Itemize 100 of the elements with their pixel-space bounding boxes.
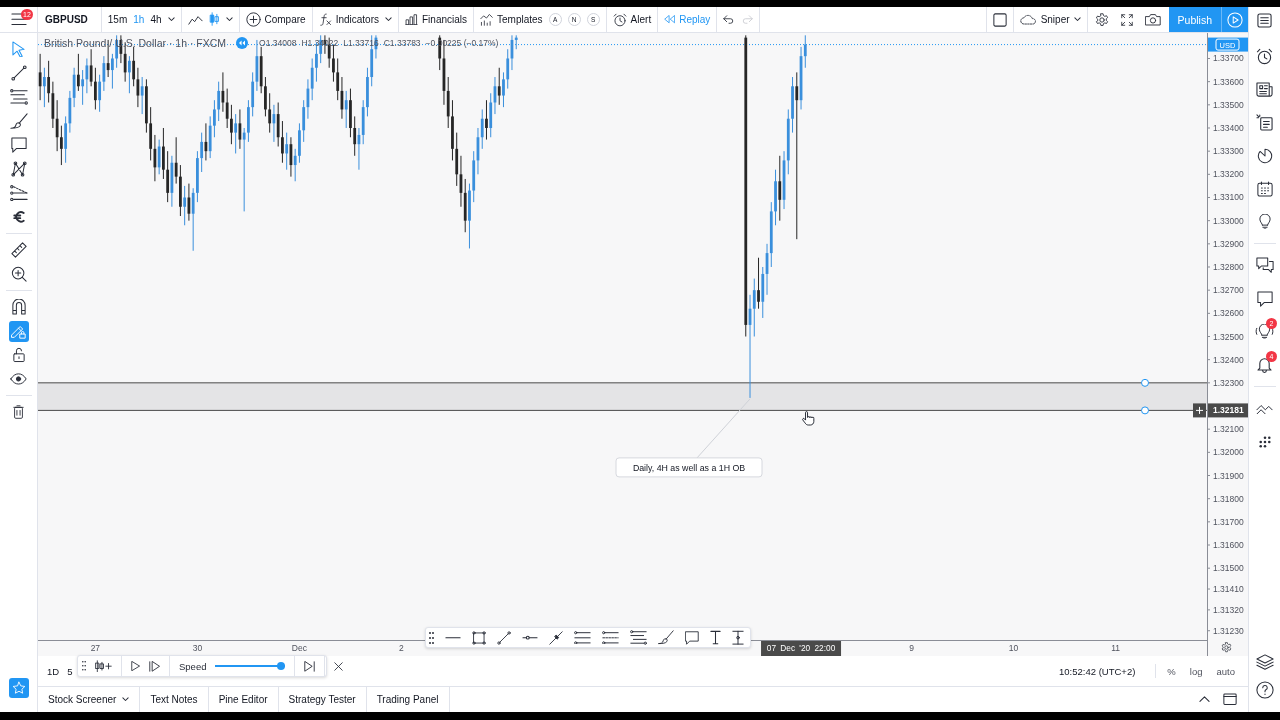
newspaper-icon[interactable] [1256,81,1273,98]
lines-icon[interactable] [9,89,28,105]
skip-to-end-icon[interactable] [304,660,316,672]
trash-icon[interactable] [13,404,24,420]
layout-button[interactable]: Sniper [1016,7,1084,32]
window-icon[interactable] [1223,693,1237,706]
bar-chart-icon [405,13,418,26]
euro-icon[interactable] [12,210,25,224]
line-icon[interactable] [10,65,27,81]
line-icon[interactable] [497,630,511,645]
panel-tab[interactable]: Trading Panel [366,687,450,712]
zoom-in-icon[interactable] [10,266,27,282]
range-option[interactable]: 5 [67,665,73,677]
play-icon[interactable] [131,660,140,672]
ohlc-value: C1.33783 [382,38,422,48]
indicators-button[interactable]: Indicators [315,7,382,32]
drag-handle-icon[interactable] [429,631,434,644]
list-icon[interactable] [1257,12,1272,28]
brush-icon[interactable] [658,630,674,645]
horizontal-line-icon[interactable] [445,635,461,640]
price-label: 1.32000 [1213,447,1244,458]
settings-icon[interactable] [1221,642,1232,653]
alarm-clock-icon[interactable] [1256,48,1273,65]
zigzag-icon[interactable] [1256,402,1273,415]
interval-option[interactable]: 15m [104,14,131,25]
interval-option[interactable]: 4h [147,14,165,25]
bar-select-icon[interactable] [95,659,112,673]
projection-icon[interactable] [9,184,28,202]
drag-handle-icon[interactable] [82,661,86,671]
price-label: 1.33000 [1213,215,1244,226]
rectangle-icon[interactable] [472,630,486,645]
speech-bubble-icon[interactable] [685,630,699,645]
lightbulb-icon[interactable] [1258,213,1271,230]
speed-slider[interactable] [215,662,286,670]
time-label: 30 [192,643,203,653]
callout-label[interactable]: Daily, 4H as well as a 1H OB [615,457,763,478]
camera-icon[interactable] [1144,13,1161,26]
plus-icon[interactable] [1193,403,1206,418]
rewind-icon[interactable] [236,37,249,49]
panel-tab[interactable]: Strategy Tester [278,687,367,712]
scale-option[interactable]: % [1164,665,1179,677]
text-tool-icon[interactable] [710,630,721,645]
lines-icon[interactable] [630,630,647,645]
calendar-icon[interactable] [1256,180,1273,197]
time-label: 2 [399,643,404,653]
undo-icon[interactable] [723,15,736,24]
handle-icon[interactable] [1141,406,1149,415]
price-label: 1.32900 [1213,238,1244,249]
chat-icon[interactable] [1256,290,1273,307]
panel-tab[interactable]: Pine Editor [208,687,279,712]
caret-icon[interactable] [167,17,175,22]
scale-option[interactable]: log [1186,665,1206,677]
lightbulb-icon[interactable] [1255,323,1274,340]
line-chart-icon[interactable] [187,14,203,25]
pattern-icon[interactable] [10,161,27,177]
help-icon[interactable] [1255,681,1274,699]
dots-icon[interactable] [1258,435,1271,448]
close-icon[interactable] [334,661,344,671]
scale-option[interactable]: auto [1213,665,1238,677]
connector-line [696,398,751,459]
price-label: 1.33700 [1213,53,1244,64]
fx-icon [318,13,332,26]
candlestick-icon[interactable] [208,12,220,27]
regression-icon[interactable] [602,630,619,645]
speech-bubble-icon[interactable] [10,137,27,153]
price-label: 1.33400 [1213,123,1244,133]
brush-icon[interactable] [9,112,28,130]
compare-button[interactable]: Compare [242,7,309,32]
channel-icon[interactable] [574,630,591,645]
ruler-icon[interactable] [10,242,27,258]
layers-icon[interactable] [1255,653,1274,671]
notes-icon[interactable] [1256,114,1273,131]
caret-icon[interactable] [225,17,233,22]
price-label: 1.32300 [1213,377,1244,388]
settings-icon[interactable] [1094,12,1109,27]
handle-icon[interactable] [1141,378,1149,387]
fullscreen-icon[interactable] [1120,13,1133,26]
range-option[interactable]: 1D [47,665,60,677]
timer-icon[interactable] [1256,147,1273,164]
symbol-field[interactable]: GBPUSD [45,14,88,25]
caret-icon[interactable] [385,17,392,22]
alert-button[interactable]: Alert [609,7,655,32]
horizontal-ray-icon[interactable] [522,634,538,641]
slider-thumb[interactable] [277,662,286,670]
price-range-icon[interactable] [732,629,744,646]
drawing-mode-toggle[interactable] [8,320,29,342]
chevron-up-icon[interactable] [1199,696,1210,703]
favorites-button[interactable] [8,678,29,698]
step-forward-icon[interactable] [149,660,160,672]
templates-button[interactable]: Templates [477,7,546,32]
financials-button[interactable]: Financials [402,7,471,32]
pen-line-icon[interactable] [549,630,563,645]
chats-icon[interactable] [1255,257,1274,274]
bell-icon[interactable] [1257,356,1272,373]
panel-tab[interactable]: Stock Screener [38,687,141,712]
rectangle-zone[interactable] [38,382,1208,411]
cursor-icon[interactable] [12,40,25,58]
square-icon[interactable] [992,12,1007,27]
play-button[interactable] [1221,7,1248,32]
panel-tab[interactable]: Text Notes [140,687,209,712]
